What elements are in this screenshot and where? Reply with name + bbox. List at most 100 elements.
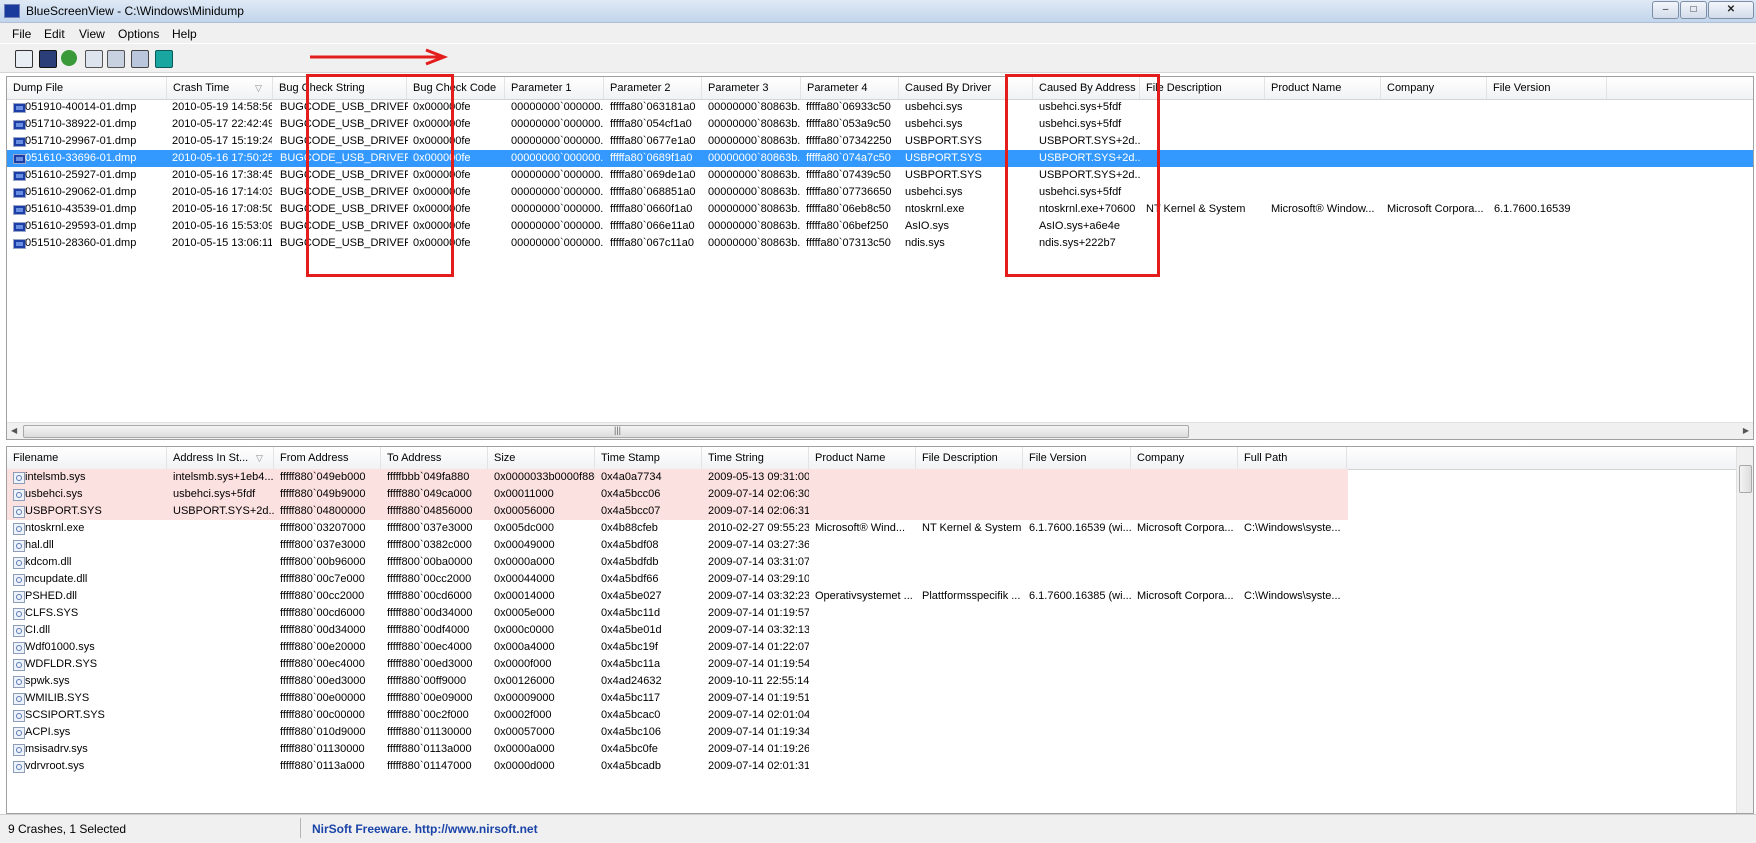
copy-icon[interactable] (85, 50, 103, 68)
maximize-button[interactable]: □ (1680, 1, 1707, 19)
table-row[interactable]: 051610-29062-01.dmp 2010-05-16 17:14:03 BU… (7, 184, 1753, 201)
vscroll-thumb[interactable] (1739, 465, 1752, 493)
driver-file-icon (13, 676, 25, 688)
cell-file-version (1494, 235, 1608, 254)
column-header-file-version[interactable]: File Version (1487, 77, 1607, 99)
table-row[interactable]: ntoskrnl.exe fffff800`03207000 fffff800`03… (7, 520, 1753, 537)
scroll-right-arrow[interactable]: ▶ (1743, 426, 1749, 435)
menu-edit[interactable]: Edit (44, 27, 65, 41)
column-header-company[interactable]: Company (1131, 447, 1238, 469)
table-row[interactable]: CI.dll fffff880`00d34000 fffff880`00df4000… (7, 622, 1753, 639)
table-row[interactable]: vdrvroot.sys fffff880`0113a000 fffff880`01… (7, 758, 1753, 775)
menu-options[interactable]: Options (118, 27, 159, 41)
driver-file-icon (13, 642, 25, 654)
table-row[interactable]: 051610-29593-01.dmp 2010-05-16 15:53:09 BU… (7, 218, 1753, 235)
nirsoft-link[interactable]: NirSoft Freeware. http://www.nirsoft.net (312, 822, 538, 836)
column-header-time-string[interactable]: Time String (702, 447, 809, 469)
menu-file[interactable]: File (12, 27, 31, 41)
driver-list-vscroll[interactable] (1736, 447, 1753, 813)
cell-file-version (1029, 758, 1131, 777)
save-icon[interactable] (39, 50, 57, 68)
window-title: BlueScreenView - C:\Windows\Minidump (26, 4, 244, 18)
table-row[interactable]: 051710-29967-01.dmp 2010-05-17 15:19:24 BU… (7, 133, 1753, 150)
refresh-icon[interactable] (61, 50, 77, 66)
toolbar (0, 44, 1756, 73)
column-header-parameter-3[interactable]: Parameter 3 (702, 77, 801, 99)
status-text: 9 Crashes, 1 Selected (8, 822, 127, 836)
table-row[interactable]: WMILIB.SYS fffff880`00e00000 fffff880`00e0… (7, 690, 1753, 707)
driver-file-icon (13, 625, 25, 637)
table-row[interactable]: kdcom.dll fffff800`00b96000 fffff800`00ba0… (7, 554, 1753, 571)
scroll-grip: ||| (614, 425, 622, 435)
table-row[interactable]: 051610-25927-01.dmp 2010-05-16 17:38:45 BU… (7, 167, 1753, 184)
cell-parameter-1: 00000000`000000... (511, 237, 604, 249)
driver-list-header: Filename Address In St... From Address To A… (7, 447, 1753, 470)
driver-file-icon (13, 710, 25, 722)
column-header-parameter-4[interactable]: Parameter 4 (801, 77, 899, 99)
crash-list-hscroll[interactable]: ◀ ||| ▶ (7, 422, 1753, 439)
driver-file-icon (13, 693, 25, 705)
cell-product-name (815, 758, 916, 777)
close-button[interactable]: ✕ (1708, 1, 1754, 19)
column-header-file-version[interactable]: File Version (1023, 447, 1131, 469)
column-header-filename[interactable]: Filename (7, 447, 167, 469)
crash-list[interactable]: Dump File Crash Time Bug Check String Bug C… (6, 76, 1754, 440)
cell-time-string: 2009-07-14 02:01:31 (708, 760, 809, 772)
driver-file-icon (13, 472, 25, 484)
table-row[interactable]: 051710-38922-01.dmp 2010-05-17 22:42:49 BU… (7, 116, 1753, 133)
column-header-to-address[interactable]: To Address (381, 447, 488, 469)
exit-icon[interactable] (155, 50, 173, 68)
column-header-file-description[interactable]: File Description (916, 447, 1023, 469)
column-header-product-name[interactable]: Product Name (809, 447, 916, 469)
red-arrow-annotation (310, 48, 449, 66)
driver-file-icon (13, 744, 25, 756)
table-row[interactable]: PSHED.dll fffff880`00cc2000 fffff880`00cd6… (7, 588, 1753, 605)
driver-file-icon (13, 574, 25, 586)
menu-view[interactable]: View (79, 27, 105, 41)
cell-crash-time: 2010-05-15 13:06:11 (172, 237, 272, 249)
table-row[interactable]: spwk.sys fffff880`00ed3000 fffff880`00ff90… (7, 673, 1753, 690)
cell-time-stamp: 0x4a5bcadb (601, 760, 661, 772)
status-bar: 9 Crashes, 1 Selected NirSoft Freeware. … (0, 814, 1756, 843)
table-row[interactable]: SCSIPORT.SYS fffff880`00c00000 fffff880`00… (7, 707, 1753, 724)
scroll-left-arrow[interactable]: ◀ (11, 426, 17, 435)
minimize-button[interactable]: – (1652, 1, 1679, 19)
table-row[interactable]: usbehci.sys usbehci.sys+5fdf fffff880`049b… (7, 486, 1348, 503)
menu-help[interactable]: Help (172, 27, 197, 41)
driver-file-icon (13, 727, 25, 739)
table-row[interactable]: 051510-28360-01.dmp 2010-05-15 13:06:11 BU… (7, 235, 1753, 252)
driver-list[interactable]: Filename Address In St... From Address To A… (6, 446, 1754, 814)
cell-from-address: fffff880`0113a000 (280, 760, 365, 772)
column-header-company[interactable]: Company (1381, 77, 1487, 99)
table-row[interactable]: 051610-33696-01.dmp 2010-05-16 17:50:25 BU… (7, 150, 1753, 167)
table-row[interactable]: USBPORT.SYS USBPORT.SYS+2d... fffff880`048… (7, 503, 1348, 520)
save-html-report-icon[interactable] (15, 50, 33, 68)
driver-file-icon (13, 608, 25, 620)
column-header-parameter-1[interactable]: Parameter 1 (505, 77, 604, 99)
scroll-thumb[interactable]: ||| (23, 425, 1189, 438)
column-header-parameter-2[interactable]: Parameter 2 (604, 77, 702, 99)
menu-bar: File Edit View Options Help (0, 23, 1756, 43)
column-header-size[interactable]: Size (488, 447, 595, 469)
table-row[interactable]: intelsmb.sys intelsmb.sys+1eb4... fffff880… (7, 469, 1348, 486)
bug-check-string-annotation (306, 74, 454, 277)
column-header-full-path[interactable]: Full Path (1238, 447, 1347, 469)
properties-icon[interactable] (107, 50, 125, 68)
cell-file-description (1146, 235, 1265, 254)
table-row[interactable]: msisadrv.sys fffff880`01130000 fffff880`01… (7, 741, 1753, 758)
table-row[interactable]: 051610-43539-01.dmp 2010-05-16 17:08:50 BU… (7, 201, 1753, 218)
table-row[interactable]: ACPI.sys fffff880`010d9000 fffff880`011300… (7, 724, 1753, 741)
table-row[interactable]: Wdf01000.sys fffff880`00e20000 fffff880`00… (7, 639, 1753, 656)
column-header-time-stamp[interactable]: Time Stamp (595, 447, 702, 469)
column-header-dump-file[interactable]: Dump File (7, 77, 167, 99)
column-header-from-address[interactable]: From Address (274, 447, 381, 469)
column-header-product-name[interactable]: Product Name (1265, 77, 1381, 99)
app-icon (4, 4, 20, 18)
table-row[interactable]: WDFLDR.SYS fffff880`00ec4000 fffff880`00ed… (7, 656, 1753, 673)
advanced-options-icon[interactable] (131, 50, 149, 68)
table-row[interactable]: mcupdate.dll fffff880`00c7e000 fffff880`00… (7, 571, 1753, 588)
table-row[interactable]: CLFS.SYS fffff880`00cd6000 fffff880`00d340… (7, 605, 1753, 622)
table-row[interactable]: hal.dll fffff800`037e3000 fffff800`0382c00… (7, 537, 1753, 554)
cell-parameter-3: 00000000`80863b... (708, 237, 801, 249)
table-row[interactable]: 051910-40014-01.dmp 2010-05-19 14:58:56 BU… (7, 99, 1753, 116)
